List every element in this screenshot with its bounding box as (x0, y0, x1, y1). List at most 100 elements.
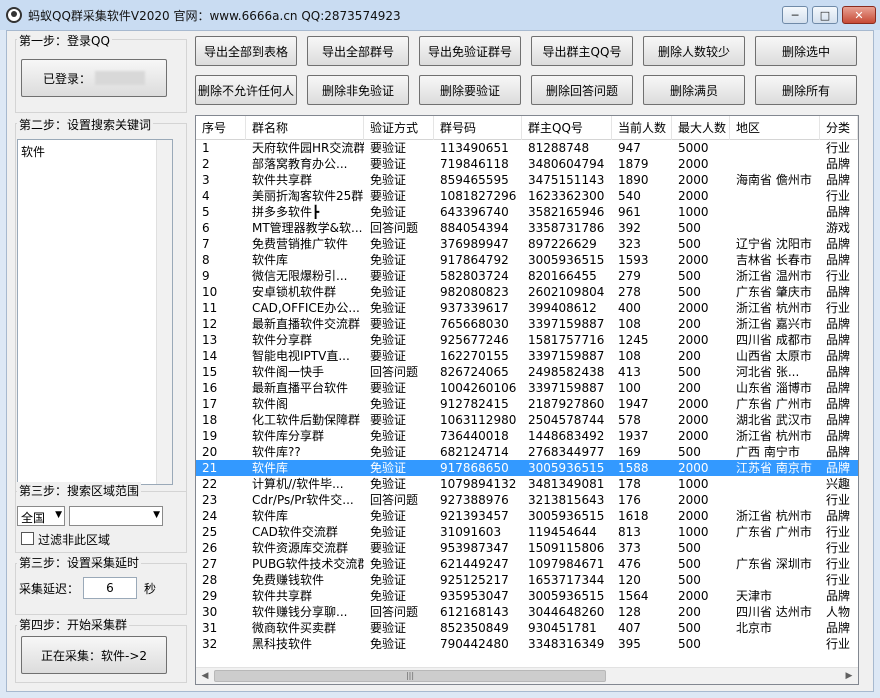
table-row[interactable]: 3 软件共享群 免验证 859465595 3475151143 1890 2000 海南省 … (196, 172, 858, 188)
column-header[interactable]: 序号 (196, 116, 246, 140)
column-header[interactable]: 群号码 (434, 116, 522, 140)
groups-table[interactable]: 序号 群名称 验证方式 群号码 群主QQ号 当前人数 最大人数 地区 分类 1 天… (195, 115, 859, 685)
table-cell: 1564 (618, 589, 649, 603)
table-row[interactable]: 27 PUBG软件技术交流群 免验证 621449247 1097984671 476 50… (196, 556, 858, 572)
table-row[interactable]: 11 CAD,OFFICE办公... 免验证 937339617 399408612 40… (196, 300, 858, 316)
column-header[interactable]: 最大人数 (672, 116, 730, 140)
delete-need-verify-button[interactable]: 删除要验证 (419, 75, 521, 105)
export-owner-qq-button[interactable]: 导出群主QQ号 (531, 36, 633, 66)
table-row[interactable]: 5 拼多多软件┣ 免验证 643396740 3582165946 961 1000 品牌 (196, 204, 858, 220)
table-row[interactable]: 28 免费赚钱软件 免验证 925125217 1653717344 120 500 行业 (196, 572, 858, 588)
table-row[interactable]: 29 软件共享群 免验证 935953047 3005936515 1564 2000 天津市… (196, 588, 858, 604)
delete-small-groups-button[interactable]: 删除人数较少 (643, 36, 745, 66)
delete-full-button[interactable]: 删除满员 (643, 75, 745, 105)
column-header[interactable]: 地区 (730, 116, 820, 140)
table-row[interactable]: 15 软件阁一快手 回答问题 826724065 2498582438 413 500 河北省… (196, 364, 858, 380)
table-cell: 108 (618, 349, 641, 363)
table-cell: 3480604794 (528, 157, 605, 171)
delete-no-join-button[interactable]: 删除不允许任何人 (195, 75, 297, 105)
close-button[interactable]: ✕ (842, 6, 876, 24)
table-row[interactable]: 9 微信无限爆粉引... 要验证 582803724 820166455 279 500 浙江… (196, 268, 858, 284)
column-header[interactable]: 群主QQ号 (522, 116, 612, 140)
table-row[interactable]: 20 软件库?? 免验证 682124714 2768344977 169 500 广西 南宁… (196, 444, 858, 460)
table-row[interactable]: 32 黑科技软件 免验证 790442480 3348316349 395 500 行业 (196, 636, 858, 652)
table-cell: 826724065 (440, 365, 509, 379)
table-row[interactable]: 26 软件资源库交流群 要验证 953987347 1509115806 373 500 行业 (196, 540, 858, 556)
table-row[interactable]: 10 安卓锁机软件群 免验证 982080823 2602109804 278 500 广东省… (196, 284, 858, 300)
region-select[interactable]: 全国 ▼ (17, 506, 65, 526)
horizontal-scrollbar[interactable]: ◀ ||| ▶ (196, 667, 858, 684)
column-header[interactable]: 验证方式 (364, 116, 434, 140)
table-cell: 1000 (678, 205, 709, 219)
table-row[interactable]: 24 软件库 免验证 921393457 3005936515 1618 2000 浙江省 杭… (196, 508, 858, 524)
table-cell: 3005936515 (528, 589, 605, 603)
city-select[interactable]: ▼ (69, 506, 163, 526)
delay-input[interactable]: 6 (83, 577, 137, 599)
table-row[interactable]: 4 美丽折淘客软件25群 要验证 1081827296 1623362300 540 200… (196, 188, 858, 204)
table-cell: 32 (202, 637, 218, 651)
table-row[interactable]: 13 软件分享群 免验证 925677246 1581757716 1245 2000 四川省… (196, 332, 858, 348)
table-cell (730, 636, 820, 652)
delete-selected-button[interactable]: 删除选中 (755, 36, 857, 66)
keywords-textarea[interactable]: 软件 (17, 139, 173, 485)
table-row[interactable]: 18 化工软件后勤保障群 要验证 1063112980 2504578744 578 200… (196, 412, 858, 428)
scroll-right-icon[interactable]: ▶ (842, 669, 856, 683)
table-cell: 582803724 (440, 269, 509, 283)
table-cell: 897226629 (528, 237, 597, 251)
table-row[interactable]: 8 软件库 免验证 917864792 3005936515 1593 2000 吉林省 长春… (196, 252, 858, 268)
export-free-groups-button[interactable]: 导出免验证群号 (419, 36, 521, 66)
delete-all-button[interactable]: 删除所有 (755, 75, 857, 105)
delete-non-free-button[interactable]: 删除非免验证 (307, 75, 409, 105)
table-cell: 2000 (678, 189, 709, 203)
table-cell: 微商软件买卖群 (252, 621, 337, 635)
scroll-thumb[interactable]: ||| (214, 670, 606, 682)
table-cell: 品牌 (826, 349, 851, 363)
export-all-groups-button[interactable]: 导出全部群号 (307, 36, 409, 66)
table-cell: 500 (678, 269, 701, 283)
collect-button[interactable]: 正在采集：软件->2 (21, 636, 167, 674)
table-cell: 500 (678, 573, 701, 587)
table-row[interactable]: 7 免费营销推广软件 免验证 376989947 897226629 323 500 辽宁省 … (196, 236, 858, 252)
table-cell: 湖北省 武汉市 (736, 413, 812, 427)
table-cell: 天府软件园HR交流群 (252, 141, 364, 155)
table-row[interactable]: 30 软件赚钱分享聊... 回答问题 612168143 3044648260 128 20… (196, 604, 858, 620)
table-row[interactable]: 31 微商软件买卖群 要验证 852350849 930451781 407 500 北京市 品… (196, 620, 858, 636)
table-cell: 1588 (618, 461, 649, 475)
table-row[interactable]: 6 MT管理器教学&软... 回答问题 884054394 3358731786 392 5… (196, 220, 858, 236)
login-status-button[interactable]: 已登录： (21, 59, 167, 97)
table-cell: 软件库 (252, 509, 289, 523)
table-cell: 要验证 (370, 189, 407, 203)
table-row[interactable]: 23 Cdr/Ps/Pr软件交... 回答问题 927388976 3213815643… (196, 492, 858, 508)
table-row[interactable]: 25 CAD软件交流群 免验证 31091603 119454644 813 1000 广东省… (196, 524, 858, 540)
column-header[interactable]: 当前人数 (612, 116, 672, 140)
table-cell: 3358731786 (528, 221, 605, 235)
minimize-button[interactable]: ─ (782, 6, 808, 24)
table-row[interactable]: 2 部落窝教育办公... 要验证 719846118 3480604794 1879 200… (196, 156, 858, 172)
column-header[interactable]: 分类 (820, 116, 858, 140)
table-cell: 品牌 (826, 173, 851, 187)
table-cell: 浙江省 嘉兴市 (736, 317, 812, 331)
column-header[interactable]: 群名称 (246, 116, 364, 140)
table-row[interactable]: 1 天府软件园HR交流群 要验证 113490651 81288748 947 5000 行业 (196, 140, 858, 156)
table-cell (730, 492, 820, 508)
keywords-scrollbar[interactable] (156, 140, 172, 484)
export-all-excel-button[interactable]: 导出全部到表格 (195, 36, 297, 66)
delete-answer-question-button[interactable]: 删除回答问题 (531, 75, 633, 105)
table-cell: 1004260106 (440, 381, 517, 395)
table-row[interactable]: 22 计算机//软件毕... 免验证 1079894132 3481349081 178 1… (196, 476, 858, 492)
table-cell: 3213815643 (528, 493, 605, 507)
table-row[interactable]: 19 软件库分享群 免验证 736440018 1448683492 1937 2000 浙江… (196, 428, 858, 444)
table-cell: 品牌 (826, 509, 851, 523)
table-cell: 820166455 (528, 269, 597, 283)
table-row[interactable]: 12 最新直播软件交流群 要验证 765668030 3397159887 108 200 浙… (196, 316, 858, 332)
scroll-left-icon[interactable]: ◀ (198, 669, 212, 683)
filter-region-checkbox[interactable] (21, 532, 34, 545)
table-row[interactable]: 14 智能电视IPTV直... 要验证 162270155 3397159887 108 2… (196, 348, 858, 364)
table-row[interactable]: 21 软件库 免验证 917868650 3005936515 1588 2000 江苏省 南… (196, 460, 858, 476)
maximize-button[interactable]: □ (812, 6, 838, 24)
table-row[interactable]: 17 软件阁 免验证 912782415 2187927860 1947 2000 广东省 广… (196, 396, 858, 412)
table-cell: 200 (678, 605, 701, 619)
table-row[interactable]: 16 最新直播平台软件 要验证 1004260106 3397159887 100 200 山… (196, 380, 858, 396)
table-cell: 行业 (826, 189, 851, 203)
table-cell: 21 (202, 461, 218, 475)
